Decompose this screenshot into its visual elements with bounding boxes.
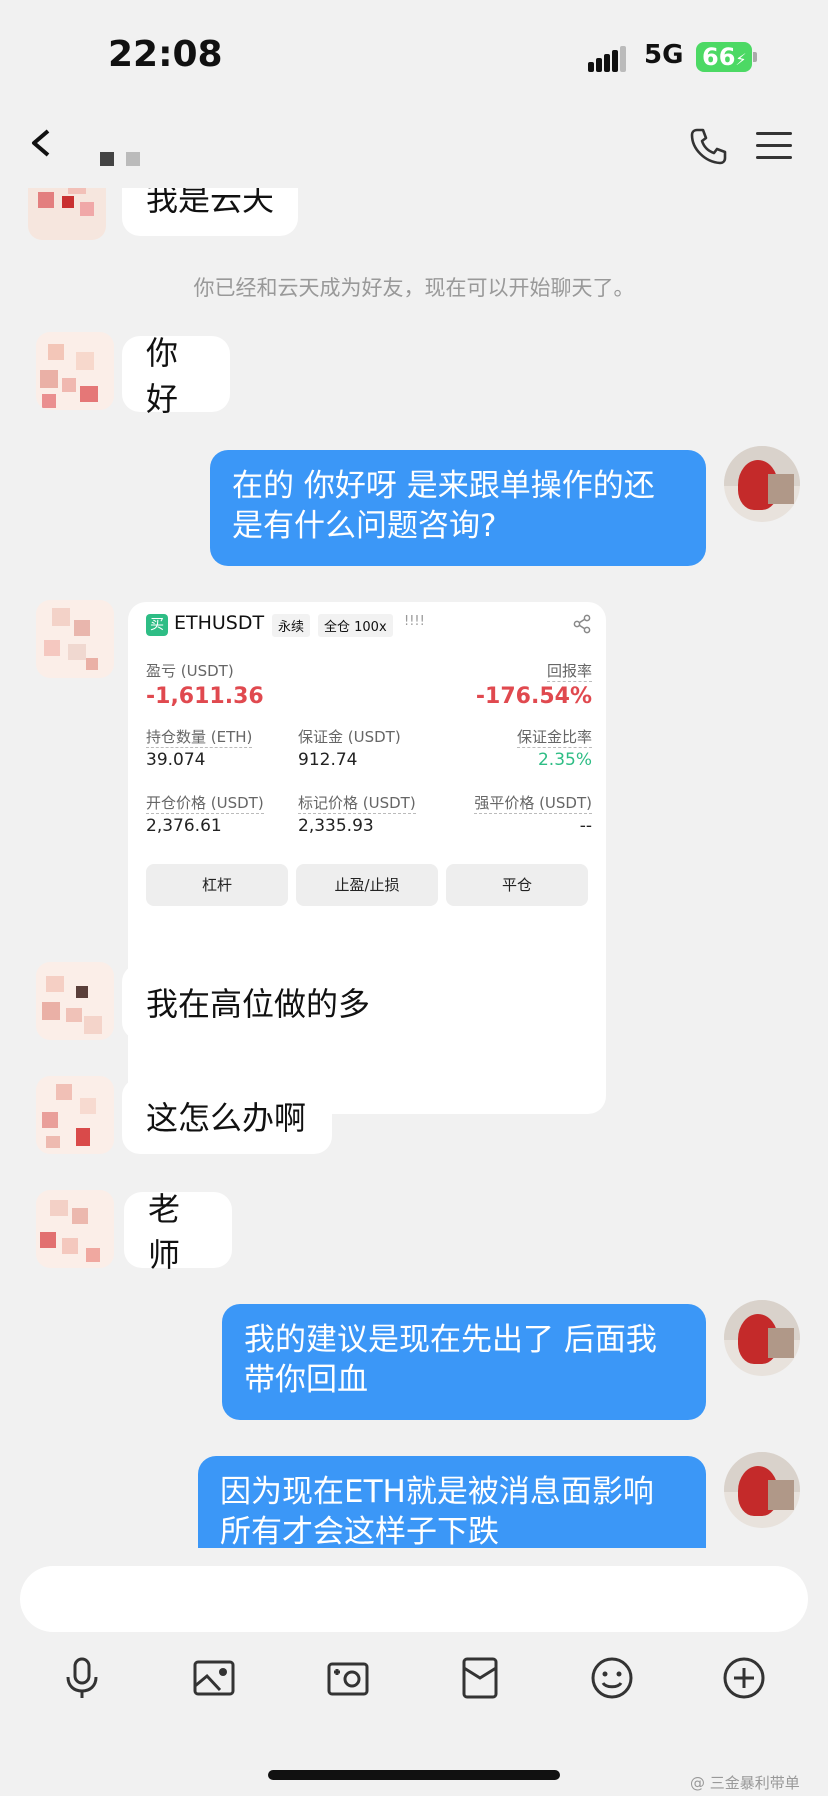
pnl-label: 盈亏 (USDT) bbox=[146, 662, 234, 680]
contact-avatar[interactable] bbox=[36, 600, 114, 678]
risk-marks: !!!! bbox=[404, 614, 425, 629]
battery-indicator: 66⚡ bbox=[696, 42, 757, 72]
contact-avatar[interactable] bbox=[36, 962, 114, 1040]
emoji-icon[interactable] bbox=[590, 1656, 634, 1700]
mark-price-value: 2,335.93 bbox=[298, 816, 374, 836]
contact-avatar[interactable] bbox=[28, 188, 106, 240]
margin-ratio-value: 2.35% bbox=[537, 750, 592, 770]
menu-icon[interactable] bbox=[756, 130, 792, 162]
roe-value: -176.54% bbox=[475, 684, 592, 709]
margin-label: 保证金 (USDT) bbox=[298, 728, 401, 746]
chat-area[interactable]: 我是云天 你已经和云天成为好友，现在可以开始聊天了。 你好 在的 你好呀 是来跟… bbox=[0, 188, 828, 1548]
pnl-value: -1,611.36 bbox=[146, 684, 264, 709]
microphone-icon[interactable] bbox=[60, 1656, 104, 1700]
margin-ratio-label: 保证金比率 bbox=[516, 728, 592, 748]
back-icon[interactable] bbox=[28, 128, 58, 158]
buy-badge: 买 bbox=[146, 614, 168, 636]
image-icon[interactable] bbox=[192, 1656, 236, 1700]
status-time: 22:08 bbox=[108, 34, 223, 75]
card-symbol: ETHUSDT bbox=[174, 612, 265, 634]
leverage-button[interactable]: 杠杆 bbox=[146, 864, 288, 906]
contact-avatar[interactable] bbox=[36, 1190, 114, 1268]
close-position-button[interactable]: 平仓 bbox=[446, 864, 588, 906]
battery-level: 66 bbox=[702, 43, 736, 71]
contact-avatar[interactable] bbox=[36, 1076, 114, 1154]
message-bubble-outgoing[interactable]: 我的建议是现在先出了 后面我带你回血 bbox=[222, 1304, 706, 1420]
liquidation-price-label: 强平价格 (USDT) bbox=[474, 794, 592, 814]
message-input[interactable] bbox=[20, 1566, 808, 1632]
my-avatar[interactable] bbox=[724, 1300, 800, 1376]
contact-name-pixelated bbox=[100, 152, 148, 168]
network-type: 5G bbox=[644, 40, 684, 70]
my-avatar[interactable] bbox=[724, 446, 800, 522]
message-bubble-outgoing[interactable]: 在的 你好呀 是来跟单操作的还是有什么问题咨询? bbox=[210, 450, 706, 566]
mark-price-label: 标记价格 (USDT) bbox=[298, 794, 416, 814]
entry-price-value: 2,376.61 bbox=[146, 816, 222, 836]
system-message: 你已经和云天成为好友，现在可以开始聊天了。 bbox=[193, 276, 635, 300]
message-bubble-incoming[interactable]: 我在高位做的多 bbox=[122, 964, 398, 1040]
phone-call-icon[interactable] bbox=[688, 126, 728, 166]
margin-mode-tag: 全仓 100x bbox=[318, 614, 393, 637]
contact-avatar[interactable] bbox=[36, 332, 114, 410]
entry-price-label: 开仓价格 (USDT) bbox=[146, 794, 264, 814]
message-bubble-incoming[interactable]: 老师 bbox=[124, 1190, 232, 1274]
watermark: @ 三金暴利带单 bbox=[690, 1774, 800, 1792]
message-bubble-incoming[interactable]: 这怎么办啊 bbox=[122, 1078, 332, 1154]
signal-strength-icon bbox=[588, 46, 628, 72]
message-bubble-incoming[interactable]: 你好 bbox=[122, 334, 230, 418]
share-icon[interactable] bbox=[572, 614, 592, 634]
size-label: 持仓数量 (ETH) bbox=[146, 728, 253, 748]
my-avatar[interactable] bbox=[724, 1452, 800, 1528]
home-indicator bbox=[268, 1770, 560, 1780]
size-value: 39.074 bbox=[146, 750, 206, 770]
red-packet-icon[interactable] bbox=[458, 1656, 502, 1700]
add-icon[interactable] bbox=[722, 1656, 766, 1700]
liquidation-price-value: -- bbox=[579, 816, 592, 836]
camera-icon[interactable] bbox=[326, 1656, 370, 1700]
message-bubble-outgoing[interactable]: 因为现在ETH就是被消息面影响所有才会这样子下跌 bbox=[198, 1456, 706, 1548]
contract-type-tag: 永续 bbox=[272, 614, 311, 637]
tp-sl-button[interactable]: 止盈/止损 bbox=[296, 864, 438, 906]
message-bubble-incoming[interactable]: 我是云天 bbox=[122, 188, 298, 236]
roe-label: 回报率 bbox=[546, 662, 592, 682]
margin-value: 912.74 bbox=[298, 750, 358, 770]
